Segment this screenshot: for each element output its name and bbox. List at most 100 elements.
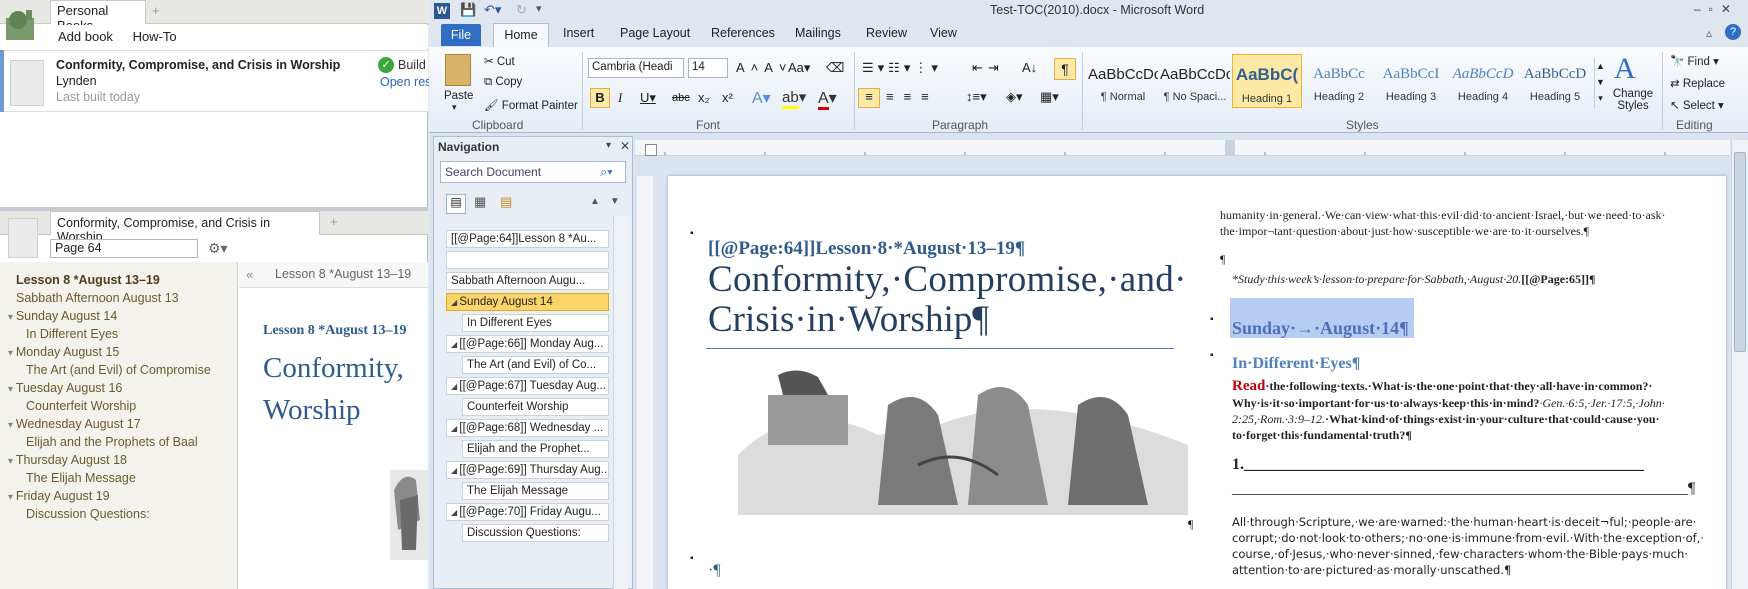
- strikethrough-icon[interactable]: abc: [672, 92, 690, 104]
- question-line3[interactable]: 2:25,·Rom.·3:9–12.·What·kind·of·things·e…: [1232, 412, 1660, 427]
- horizontal-ruler[interactable]: [635, 140, 1730, 156]
- qat-customize-icon[interactable]: ▾: [536, 2, 542, 15]
- help-icon[interactable]: ?: [1725, 24, 1741, 40]
- add-book-link[interactable]: Add book: [50, 25, 121, 48]
- font-color-icon[interactable]: A▾: [818, 88, 837, 110]
- question-line4[interactable]: to·forget·this·fundamental·truth?¶: [1232, 428, 1412, 443]
- font-name-select[interactable]: Cambria (Headi: [588, 58, 684, 78]
- how-to-link[interactable]: How-To: [125, 25, 185, 48]
- change-case-icon[interactable]: Aa▾: [788, 60, 810, 76]
- tab-personal-books[interactable]: Personal Books: [50, 0, 146, 33]
- style-heading-3[interactable]: AaBbCcI Heading 3: [1376, 54, 1446, 108]
- search-document-input[interactable]: Search Document: [440, 161, 626, 183]
- pane-options-icon[interactable]: ▾: [606, 140, 611, 151]
- font-size-select[interactable]: 14: [688, 58, 728, 78]
- doc-text-line[interactable]: humanity·in·general.·We·can·view·what·th…: [1220, 208, 1666, 223]
- new-tab-button[interactable]: +: [152, 3, 160, 18]
- tab-home[interactable]: Home: [493, 23, 549, 47]
- tab-file[interactable]: File: [441, 24, 481, 46]
- indent-buttons-icon[interactable]: ⇤⇥: [972, 60, 1004, 76]
- tab-page-layout[interactable]: Page Layout: [620, 26, 690, 40]
- replace-button[interactable]: ⇄ Replace: [1670, 76, 1725, 90]
- tab-references[interactable]: References: [711, 26, 775, 40]
- nav-heading-item[interactable]: Discussion Questions:: [462, 524, 609, 542]
- toc-item[interactable]: Lesson 8 *August 13–19: [16, 273, 160, 287]
- expand-arrow-icon[interactable]: ▾: [8, 456, 16, 467]
- superscript-icon[interactable]: x²: [722, 90, 733, 105]
- doc-text-line[interactable]: ¶: [1220, 252, 1225, 267]
- nav-heading-item[interactable]: The Art (and Evil) of Co...: [462, 356, 609, 374]
- browse-headings-icon[interactable]: ▤: [446, 194, 466, 214]
- title-line2[interactable]: Crisis·in·Worship¶: [708, 298, 989, 341]
- styles-scroll-icon[interactable]: ▲ ▼ ▾: [1594, 58, 1606, 108]
- paste-button[interactable]: Paste: [444, 90, 473, 102]
- question-line1[interactable]: Read·the·following·texts.·What·is·the·on…: [1232, 378, 1652, 395]
- align-left-icon[interactable]: ≡: [858, 88, 880, 108]
- subscript-icon[interactable]: x₂: [698, 90, 710, 105]
- expand-arrow-icon[interactable]: ▾: [8, 384, 16, 395]
- save-icon[interactable]: 💾: [460, 2, 476, 18]
- reference-input[interactable]: Page 64: [50, 239, 198, 258]
- style-no-spaci[interactable]: AaBbCcDc ¶ No Spaci...: [1160, 54, 1230, 108]
- body-line[interactable]: corrupt;·do·not·look·to·others;·no·one·i…: [1232, 531, 1704, 545]
- bold-icon[interactable]: B: [590, 88, 610, 108]
- body-line[interactable]: course,·of·Jesus,·who·never·sinned,·few·…: [1232, 547, 1688, 561]
- logos-app-icon[interactable]: [4, 6, 44, 42]
- borders-icon[interactable]: ▦▾: [1040, 89, 1059, 105]
- list-buttons-icon[interactable]: ☰▾☷▾⋮▾: [862, 60, 942, 76]
- nav-heading-item[interactable]: ◢ [[@Page:70]] Friday Augu...: [446, 503, 609, 521]
- show-formatting-icon[interactable]: ¶: [1054, 58, 1076, 80]
- toc-item[interactable]: Elijah and the Prophets of Baal: [26, 435, 198, 449]
- nav-heading-item[interactable]: Counterfeit Worship: [462, 398, 609, 416]
- nav-scrollbar[interactable]: [613, 216, 628, 589]
- select-button[interactable]: ↖ Select ▾: [1670, 98, 1724, 112]
- style-heading-2[interactable]: AaBbCc Heading 2: [1304, 54, 1374, 108]
- empty-paragraph[interactable]: ·¶: [708, 562, 721, 580]
- toc-item[interactable]: ▾ Wednesday August 17: [8, 417, 141, 431]
- expand-arrow-icon[interactable]: ▾: [8, 492, 16, 503]
- search-icon[interactable]: ⌕▾: [600, 164, 613, 180]
- lesson-heading[interactable]: [[@Page:64]]Lesson·8·*August·13–19¶: [708, 238, 1025, 260]
- grow-shrink-font-icon[interactable]: A˄A˅: [736, 60, 793, 75]
- sort-icon[interactable]: A↓: [1022, 60, 1037, 75]
- change-styles-icon[interactable]: A: [1614, 52, 1636, 86]
- nav-heading-item[interactable]: Elijah and the Prophet...: [462, 440, 609, 458]
- toc-item[interactable]: ▾ Sunday August 14: [8, 309, 117, 323]
- paste-dropdown-icon[interactable]: ▾: [452, 102, 457, 113]
- build-link[interactable]: Build: [398, 58, 426, 72]
- style-heading-4[interactable]: AaBbCcD Heading 4: [1448, 54, 1518, 108]
- in-different-eyes-heading[interactable]: In·Different·Eyes¶: [1232, 355, 1360, 373]
- toc-item[interactable]: Discussion Questions:: [26, 507, 150, 521]
- nav-heading-item[interactable]: ◢ Sunday August 14: [446, 293, 609, 311]
- study-note[interactable]: *Study·this·week’s·lesson·to·prepare·for…: [1232, 272, 1596, 287]
- tab-view[interactable]: View: [930, 26, 957, 40]
- toc-item[interactable]: ▾ Thursday August 18: [8, 453, 127, 467]
- scroll-thumb[interactable]: [1734, 152, 1746, 352]
- nav-heading-item[interactable]: ◢ [[@Page:68]] Wednesday ...: [446, 419, 609, 437]
- nav-heading-item[interactable]: ◢ [[@Page:66]] Monday Aug...: [446, 335, 609, 353]
- browse-results-icon[interactable]: ▤: [500, 194, 512, 210]
- style-heading-5[interactable]: AaBbCcD Heading 5: [1520, 54, 1590, 108]
- toc-item[interactable]: The Art (and Evil) of Compromise: [26, 363, 211, 377]
- new-tab-button[interactable]: +: [330, 214, 338, 229]
- paste-icon[interactable]: [445, 54, 471, 86]
- body-line[interactable]: All·through·Scripture,·we·are·warned:·th…: [1232, 515, 1696, 529]
- word-app-icon[interactable]: W: [434, 3, 450, 19]
- toc-item[interactable]: ▾ Monday August 15: [8, 345, 119, 359]
- doc-text-line[interactable]: the·impor¬tant·question·about·just·how·s…: [1220, 224, 1589, 239]
- clear-formatting-icon[interactable]: ⌫: [826, 60, 844, 76]
- collapse-toc-button[interactable]: «: [246, 267, 253, 282]
- style-heading-1[interactable]: AaBbC(Heading 1: [1232, 54, 1302, 108]
- redo-icon[interactable]: ↻: [516, 2, 527, 18]
- text-effects-icon[interactable]: A▾: [752, 88, 771, 108]
- tab-mailings[interactable]: Mailings: [795, 26, 841, 40]
- tab-review[interactable]: Review: [866, 26, 907, 40]
- expand-arrow-icon[interactable]: ▾: [8, 420, 16, 431]
- toc-item[interactable]: Counterfeit Worship: [26, 399, 136, 413]
- cut-button[interactable]: ✂ Cut: [484, 54, 515, 68]
- sync-icon[interactable]: ⚙▾: [208, 240, 228, 257]
- answer-line1[interactable]: 1.______________________________________…: [1232, 456, 1644, 474]
- title-line1[interactable]: Conformity,·Compromise,·and·: [708, 258, 1187, 301]
- window-controls[interactable]: –▫✕: [1694, 2, 1739, 16]
- toc-item[interactable]: ▾ Friday August 19: [8, 489, 110, 503]
